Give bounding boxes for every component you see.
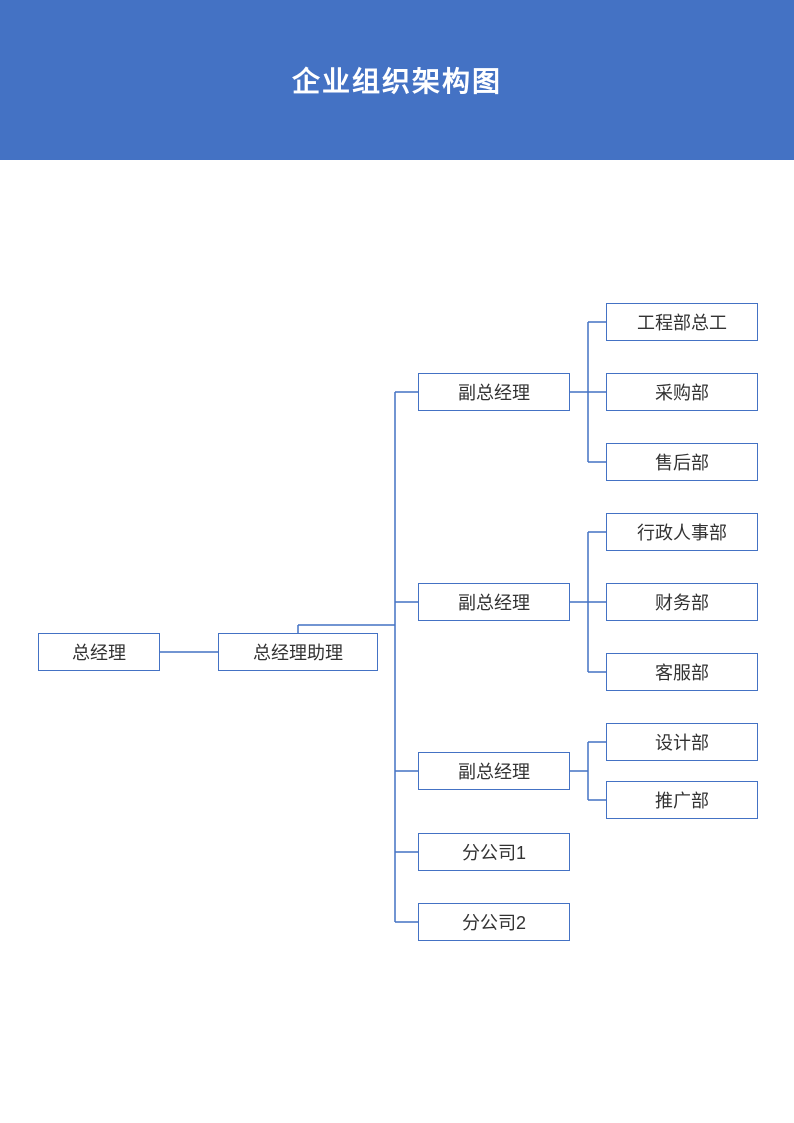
org-node-label: 行政人事部 xyxy=(637,519,727,545)
page-title: 企业组织架构图 xyxy=(292,60,502,100)
org-node-label: 总经理助理 xyxy=(253,639,343,665)
org-node-branch-company-1: 分公司1 xyxy=(418,833,570,871)
org-node-dept: 推广部 xyxy=(606,781,758,819)
org-node-deputy-2: 副总经理 xyxy=(418,583,570,621)
org-node-label: 采购部 xyxy=(655,379,709,405)
org-node-label: 副总经理 xyxy=(458,589,530,615)
org-node-dept: 行政人事部 xyxy=(606,513,758,551)
org-node-label: 推广部 xyxy=(655,787,709,813)
org-node-label: 设计部 xyxy=(655,729,709,755)
org-node-label: 客服部 xyxy=(655,659,709,685)
header-banner: 企业组织架构图 xyxy=(0,0,794,160)
org-node-label: 分公司2 xyxy=(462,909,526,935)
org-node-branch-company-2: 分公司2 xyxy=(418,903,570,941)
org-node-dept: 采购部 xyxy=(606,373,758,411)
org-node-label: 财务部 xyxy=(655,589,709,615)
org-node-dept: 工程部总工 xyxy=(606,303,758,341)
org-node-label: 分公司1 xyxy=(462,839,526,865)
org-node-assistant: 总经理助理 xyxy=(218,633,378,671)
org-node-root: 总经理 xyxy=(38,633,160,671)
org-node-dept: 设计部 xyxy=(606,723,758,761)
connector-lines xyxy=(0,0,794,1123)
org-node-dept: 客服部 xyxy=(606,653,758,691)
org-node-label: 售后部 xyxy=(655,449,709,475)
org-node-label: 工程部总工 xyxy=(637,309,727,335)
org-node-deputy-3: 副总经理 xyxy=(418,752,570,790)
org-node-label: 副总经理 xyxy=(458,379,530,405)
org-node-deputy-1: 副总经理 xyxy=(418,373,570,411)
org-node-dept: 售后部 xyxy=(606,443,758,481)
org-node-dept: 财务部 xyxy=(606,583,758,621)
org-node-label: 副总经理 xyxy=(458,758,530,784)
org-node-label: 总经理 xyxy=(72,639,126,665)
